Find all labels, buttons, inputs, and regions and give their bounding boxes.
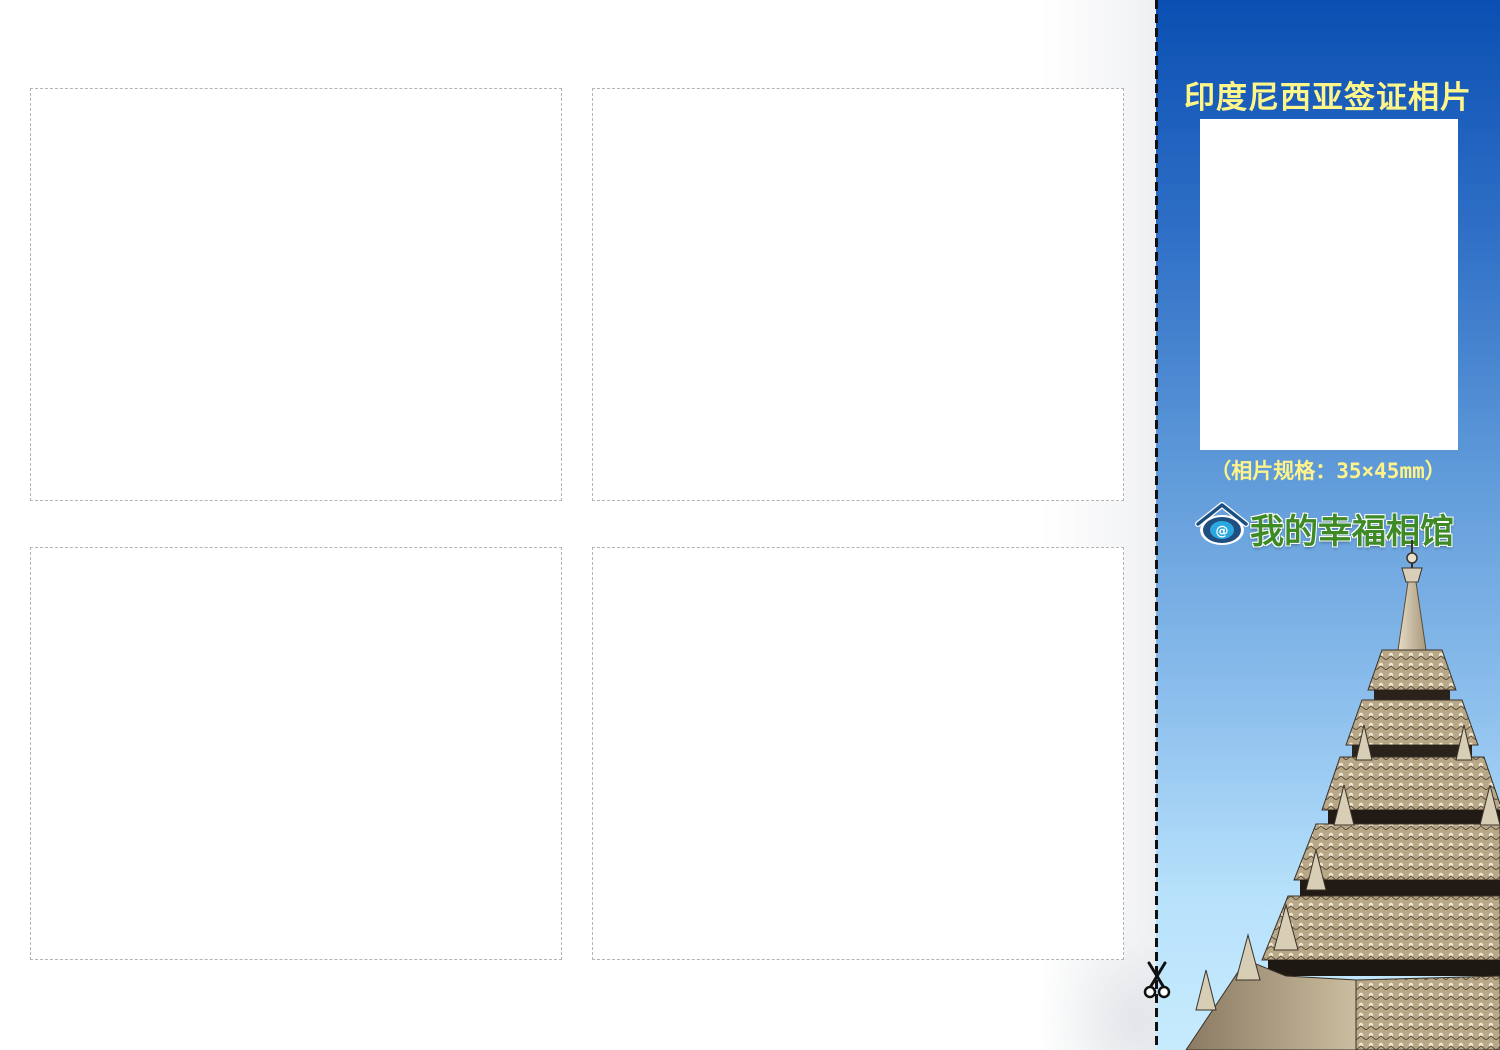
photo-spec: （相片规格：35×45mm） bbox=[1210, 459, 1446, 483]
cut-line bbox=[1155, 0, 1158, 1050]
scissors-icon bbox=[1143, 961, 1171, 999]
logo-glyph: @ bbox=[1216, 524, 1229, 539]
sample-photo-frame bbox=[1200, 119, 1458, 450]
photo-slot-4 bbox=[592, 547, 1124, 960]
info-panel: 印度尼西亚签证相片 （相片规格：35×45mm） @ 我的幸福相馆 bbox=[1156, 0, 1500, 1050]
photo-slot-2 bbox=[592, 88, 1124, 501]
panel-title: 印度尼西亚签证相片 bbox=[1184, 80, 1472, 116]
pagoda-image bbox=[1185, 540, 1500, 1050]
photo-slot-1 bbox=[30, 88, 562, 501]
photo-slot-3 bbox=[30, 547, 562, 960]
